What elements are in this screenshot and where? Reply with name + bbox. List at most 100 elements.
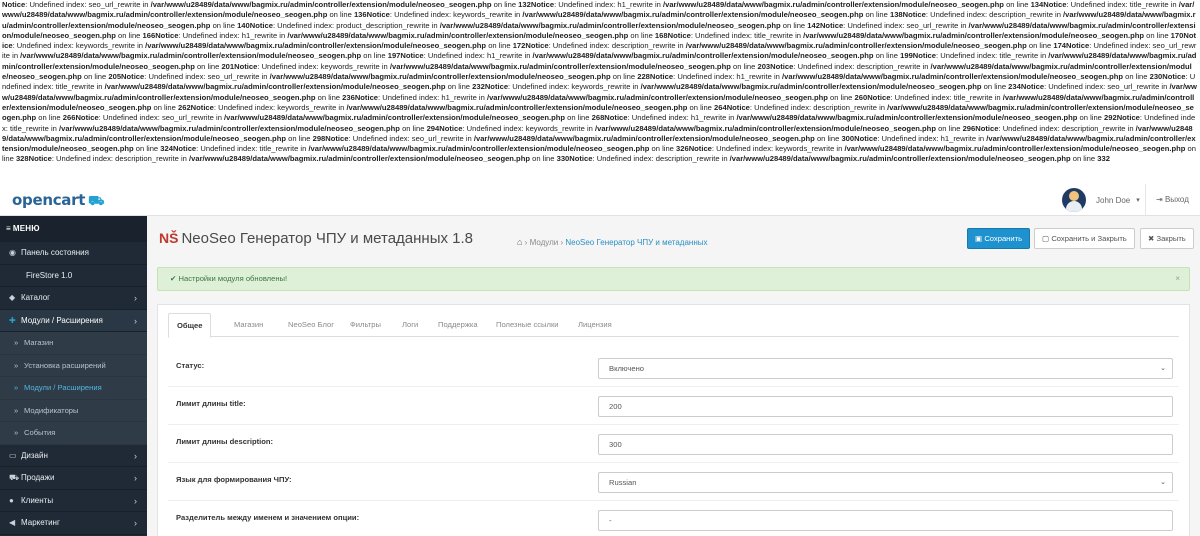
- alert-text: Настройки модуля обновлены!: [178, 274, 288, 283]
- tab[interactable]: Логи: [394, 313, 426, 337]
- chevron-right-icon: ›: [134, 473, 137, 483]
- tab-bar: Общее Магазин NeoSeo Блог Фильтры Логи Поддер…: [168, 313, 1179, 338]
- sidebar-item-label: FireStore 1.0: [26, 270, 73, 280]
- sidebar-item-label: Модификаторы: [24, 405, 79, 415]
- settings-panel: Общее Магазин NeoSeo Блог Фильтры Логи Поддер…: [157, 304, 1190, 536]
- tab[interactable]: NeoSeo Блог: [280, 313, 342, 337]
- sidebar-nav: ◉ Панель состояния FireStore 1.0 ◆ Каталог › ✚…: [0, 242, 147, 535]
- form-row: Лимит длины description:: [168, 425, 1179, 463]
- tag-icon: ◆: [9, 293, 16, 302]
- home-icon[interactable]: ⌂: [517, 237, 522, 247]
- tab[interactable]: Поддержка: [430, 313, 486, 337]
- field-label: Лимит длины description:: [176, 437, 274, 446]
- sidebar-item[interactable]: ◆ Каталог ›: [0, 287, 147, 310]
- tab[interactable]: Магазин: [226, 313, 271, 337]
- field-label: Разделитель между именем и значением опц…: [176, 513, 360, 522]
- php-notices: Notice: Undefined index: seo_url_rewrite…: [2, 0, 1197, 164]
- top-header: opencart ⛟ John Doe ▾ ⇥ Выход: [0, 184, 1200, 216]
- user-name: John Doe: [1096, 195, 1131, 205]
- tab[interactable]: Общее: [168, 313, 212, 338]
- neoseo-logo: NŠ: [159, 230, 179, 246]
- cart-icon: ⛟: [9, 473, 20, 482]
- breadcrumb: ⌂ › Модули › NeoSeo Генератор ЧПУ и мета…: [517, 237, 708, 247]
- sidebar-item-label: Дизайн: [21, 450, 48, 460]
- sidebar-item[interactable]: ● Клиенты ›: [0, 490, 147, 512]
- sidebar-item-label: Каталог: [21, 293, 51, 302]
- chevron-down-icon: ▾: [1136, 197, 1140, 204]
- breadcrumb-modules[interactable]: Модули: [530, 238, 559, 247]
- avatar: [1062, 188, 1086, 212]
- tab[interactable]: Полезные ссылки: [488, 313, 567, 337]
- sidebar-item-label: Панель состояния: [21, 248, 89, 257]
- sidebar-item[interactable]: ✚ Модули / Расширения ›: [0, 309, 147, 332]
- chevron-down-icon: ⌄: [1160, 365, 1166, 372]
- sidebar-item-label: Магазин: [24, 338, 54, 347]
- floppy-icon: ▢: [1042, 234, 1050, 243]
- dashboard-icon: ◉: [9, 248, 16, 257]
- breadcrumb-current[interactable]: NeoSeo Генератор ЧПУ и метаданных: [565, 238, 707, 247]
- logout-label: Выход: [1164, 195, 1189, 204]
- sidebar-item[interactable]: FireStore 1.0: [0, 265, 147, 287]
- tab[interactable]: Фильтры: [342, 313, 389, 337]
- floppy-icon: ▣: [975, 234, 983, 243]
- user-icon: ●: [9, 495, 14, 505]
- monitor-icon: ▭: [9, 450, 17, 460]
- sidebar-subitem[interactable]: » Магазин: [0, 332, 147, 355]
- text-input[interactable]: [598, 434, 1173, 455]
- select-value: Включено: [609, 364, 645, 373]
- share-icon: ◀: [9, 518, 16, 527]
- sidebar-item-label: Модули / Расширения: [21, 315, 103, 325]
- sidebar-item[interactable]: ▭ Дизайн ›: [0, 445, 147, 467]
- angle-right-icon: »: [14, 405, 19, 415]
- close-icon: ✖: [1148, 234, 1155, 243]
- main-content: NŠ NeoSeo Генератор ЧПУ и метаданных 1.8 …: [147, 216, 1200, 536]
- angle-right-icon: »: [14, 338, 19, 347]
- select-field[interactable]: Russian ⌄: [598, 472, 1173, 493]
- success-alert: ✔ Настройки модуля обновлены! ×: [157, 267, 1190, 291]
- sidebar-item[interactable]: ◀ Маркетинг ›: [0, 512, 147, 535]
- form-row: Язык для формирования ЧПУ: Russian ⌄: [168, 463, 1179, 501]
- sidebar-item[interactable]: ◉ Панель состояния: [0, 242, 147, 265]
- chevron-right-icon: ›: [134, 518, 137, 528]
- select-value: Russian: [609, 478, 637, 487]
- field-label: Лимит длины title:: [176, 399, 246, 408]
- angle-right-icon: »: [14, 360, 19, 370]
- chevron-right-icon: ›: [134, 315, 137, 326]
- header-divider: [1145, 184, 1146, 216]
- sidebar-item[interactable]: ⛟ Продажи ›: [0, 467, 147, 490]
- page-title-text: NeoSeo Генератор ЧПУ и метаданных 1.8: [181, 230, 474, 247]
- logo-text: opencart: [12, 191, 86, 209]
- sidebar-item-label: Маркетинг: [21, 518, 60, 527]
- chevron-right-icon: ›: [134, 495, 137, 506]
- opencart-logo[interactable]: opencart ⛟: [12, 191, 104, 211]
- save-and-close-button[interactable]: ▢ Сохранить и Закрыть: [1034, 228, 1135, 249]
- cart-icon: ⛟: [88, 194, 105, 209]
- close-button[interactable]: ✖ Закрыть: [1140, 228, 1194, 249]
- sidebar-item-label: События: [24, 428, 56, 437]
- sidebar-subitem[interactable]: » Установка расширений: [0, 354, 147, 377]
- user-menu[interactable]: John Doe ▾: [1062, 188, 1140, 212]
- sidebar-subitem[interactable]: » События: [0, 422, 147, 445]
- page-title: NŠ NeoSeo Генератор ЧПУ и метаданных 1.8: [159, 230, 473, 247]
- check-icon: ✔: [170, 274, 177, 283]
- text-input[interactable]: [598, 396, 1173, 417]
- alert-close-icon[interactable]: ×: [1175, 268, 1180, 290]
- menu-header[interactable]: ≡ МЕНЮ: [0, 216, 147, 242]
- save-button[interactable]: ▣ Сохранить: [967, 228, 1031, 249]
- sidebar-item-label: Модули / Расширения: [24, 383, 102, 392]
- field-label: Статус:: [176, 361, 205, 370]
- angle-right-icon: »: [14, 383, 19, 392]
- form-row: Статус: Включено ⌄: [168, 349, 1179, 387]
- puzzle-icon: ✚: [9, 315, 16, 325]
- select-field[interactable]: Включено ⌄: [598, 358, 1173, 379]
- chevron-right-icon: ›: [134, 293, 137, 303]
- form-row: Разделитель между именем и значением опц…: [168, 501, 1179, 536]
- field-label: Язык для формирования ЧПУ:: [176, 475, 292, 484]
- angle-right-icon: »: [14, 428, 19, 437]
- tab[interactable]: Лицензия: [570, 313, 620, 337]
- sidebar-subitem[interactable]: » Модули / Расширения: [0, 377, 147, 400]
- sidebar-subitem[interactable]: » Модификаторы: [0, 399, 147, 422]
- text-input[interactable]: [598, 510, 1173, 531]
- menu-bars-icon: ≡: [6, 224, 11, 233]
- logout-button[interactable]: ⇥ Выход: [1156, 195, 1189, 204]
